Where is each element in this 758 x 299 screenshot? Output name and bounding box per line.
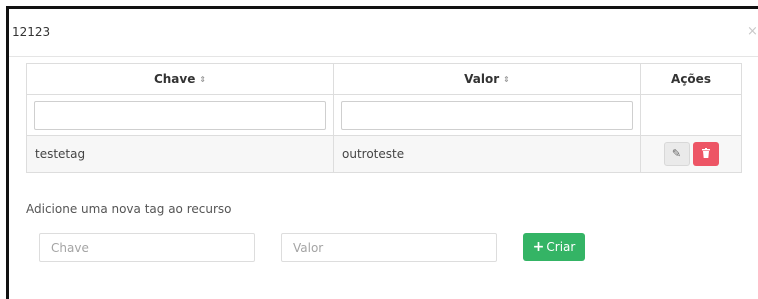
table-row: testetag outroteste ✎: [26, 135, 742, 173]
filter-cell-key: [26, 94, 334, 136]
sort-icon: ⇕: [199, 75, 207, 84]
filter-cell-value: [333, 94, 641, 136]
modal-title: 12123: [12, 25, 51, 39]
plus-icon: +: [532, 239, 545, 255]
new-key-input[interactable]: [39, 233, 255, 262]
filter-row: [26, 94, 742, 136]
tag-value-cell: outroteste: [333, 135, 641, 173]
trash-icon: [701, 148, 710, 158]
filter-cell-actions: [640, 94, 742, 136]
new-value-input[interactable]: [281, 233, 497, 262]
header-divider: [9, 56, 758, 57]
tag-key-cell: testetag: [26, 135, 334, 173]
column-header-label: Valor: [464, 72, 500, 86]
tag-modal: 12123 × Chave ⇕ Valor ⇕ Ações testetag o…: [9, 9, 758, 299]
value-filter-input[interactable]: [341, 100, 633, 130]
table-header-row: Chave ⇕ Valor ⇕ Ações: [26, 63, 742, 95]
close-icon[interactable]: ×: [747, 24, 758, 39]
column-header-value[interactable]: Valor ⇕: [333, 63, 641, 95]
actions-cell: ✎: [640, 135, 742, 173]
sort-icon: ⇕: [503, 75, 510, 84]
tags-table: Chave ⇕ Valor ⇕ Ações testetag outroteste: [26, 63, 742, 173]
edit-button[interactable]: ✎: [663, 142, 690, 166]
edit-icon: ✎: [671, 147, 682, 160]
column-header-label: Ações: [671, 72, 711, 86]
column-header-key[interactable]: Chave ⇕: [26, 63, 334, 95]
new-tag-label: Adicione uma nova tag ao recurso: [26, 202, 232, 216]
key-filter-input[interactable]: [34, 100, 326, 130]
create-button-label: Criar: [546, 240, 576, 254]
create-button[interactable]: + Criar: [523, 233, 585, 261]
column-header-label: Chave: [153, 72, 196, 86]
delete-button[interactable]: [692, 142, 719, 166]
column-header-actions: Ações: [640, 63, 742, 95]
